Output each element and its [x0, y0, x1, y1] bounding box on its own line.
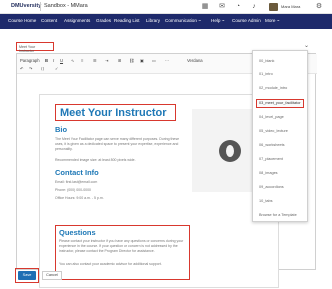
redo-icon[interactable]: ↷: [29, 66, 33, 71]
top-bar: DMUversity Sandbox - MMara ▦ ✉ ◔ ♪ Mara …: [0, 0, 332, 14]
paragraph-dropdown[interactable]: Paragraph: [20, 58, 40, 63]
bio-heading: Bio: [55, 125, 68, 134]
advisor-paragraph: You can also contact your academic advis…: [59, 262, 162, 266]
bio-note: Recommended image size: at least 800 pix…: [55, 158, 136, 162]
contact-phone: Phone: (000) 000-0000: [55, 188, 91, 192]
course-navbar: Course Home Content Assignments Grades R…: [0, 14, 332, 29]
questions-heading: Questions: [59, 228, 96, 237]
contact-email: Email: first.last@email.com: [55, 180, 98, 184]
undo-icon[interactable]: ↶: [20, 66, 24, 71]
nav-help[interactable]: Help ~: [211, 18, 224, 23]
heading-highlight: Meet Your Instructor: [55, 104, 176, 121]
dropdown-item[interactable]: 01_intro: [259, 72, 273, 76]
cancel-button[interactable]: Cancel: [42, 271, 62, 280]
university-logo[interactable]: DMUversity: [11, 3, 41, 9]
link-icon[interactable]: ⛓: [129, 58, 134, 64]
document-area: Meet Your Instructor Bio The Meet Your F…: [39, 94, 279, 288]
page-heading: Meet Your Instructor: [60, 107, 167, 119]
template-dropdown[interactable]: 00_blank 01_intro 02_module_intro 03_mee…: [252, 50, 308, 222]
dropdown-item[interactable]: 08_images: [259, 171, 278, 175]
table-icon[interactable]: ⊞: [118, 58, 122, 63]
underline-button[interactable]: U: [60, 58, 63, 63]
questions-paragraph: Please contact your instructor if you ha…: [59, 239, 184, 253]
nav-library[interactable]: Library: [146, 18, 160, 23]
list-icon[interactable]: ☰: [93, 58, 97, 63]
nav-course-admin[interactable]: Course Admin: [232, 18, 261, 23]
save-button[interactable]: Save: [18, 271, 36, 280]
source-code-icon[interactable]: ⟨⟩: [41, 66, 44, 71]
notification-icon[interactable]: ♪: [250, 3, 258, 11]
dropdown-item[interactable]: 09_accordions: [259, 185, 284, 189]
indent-icon[interactable]: ⇥: [105, 58, 109, 63]
nav-grades[interactable]: Grades: [96, 18, 111, 23]
grid-icon[interactable]: ▦: [201, 3, 209, 11]
font-dropdown[interactable]: Verdana: [187, 58, 203, 63]
strike-icon[interactable]: ∿: [71, 58, 75, 63]
dropdown-item[interactable]: 10_tabs: [259, 199, 273, 203]
spellcheck-icon[interactable]: ✓: [55, 66, 59, 71]
bio-paragraph: The Meet Your Facilitator page can serve…: [55, 137, 180, 151]
avatar[interactable]: [269, 3, 278, 11]
italic-button[interactable]: I: [53, 58, 54, 63]
nav-content[interactable]: Content: [41, 18, 57, 23]
nav-assignments[interactable]: Assignments: [64, 18, 90, 23]
bold-button[interactable]: B: [45, 58, 48, 63]
dropdown-item[interactable]: 06_worksheets: [259, 143, 285, 147]
insert-icon[interactable]: ▭: [152, 58, 156, 63]
nav-reading-list[interactable]: Reading List: [114, 18, 140, 23]
office-hours: Office Hours: 9:00 a.m. - 5 p.m.: [55, 196, 104, 200]
person-icon: [219, 140, 241, 162]
user-name[interactable]: Mara Mara: [281, 4, 300, 9]
nav-more[interactable]: More ~: [265, 18, 279, 23]
questions-highlight: Questions Please contact your instructor…: [55, 225, 190, 280]
divider: [40, 2, 41, 11]
align-icon[interactable]: ≡: [81, 58, 83, 63]
dropdown-item[interactable]: 05_video_lecture: [259, 129, 288, 133]
mail-icon[interactable]: ✉: [218, 3, 226, 11]
dropdown-item[interactable]: 07_placement: [259, 157, 283, 161]
dropdown-item[interactable]: 04_level_page: [259, 115, 284, 119]
nav-communication[interactable]: Communication ~: [165, 18, 201, 23]
page-title-input[interactable]: Meet Your Instructor: [16, 42, 54, 53]
chat-icon[interactable]: ◔: [234, 3, 242, 11]
course-title[interactable]: Sandbox - MMara: [44, 3, 88, 9]
contact-heading: Contact Info: [55, 168, 99, 177]
dropdown-item[interactable]: 02_module_intro: [259, 86, 287, 90]
browse-template-link[interactable]: Browse for a Template: [259, 213, 297, 217]
nav-course-home[interactable]: Course Home: [8, 18, 36, 23]
dropdown-item-selected[interactable]: 03_meet_your_facilitator: [259, 101, 301, 105]
settings-icon[interactable]: ⚙: [315, 3, 323, 11]
document-page[interactable]: Meet Your Instructor Bio The Meet Your F…: [39, 94, 279, 288]
dropdown-item[interactable]: 00_blank: [259, 59, 274, 63]
more-icon[interactable]: ⋯: [165, 58, 169, 63]
image-icon[interactable]: ▣: [140, 58, 144, 63]
